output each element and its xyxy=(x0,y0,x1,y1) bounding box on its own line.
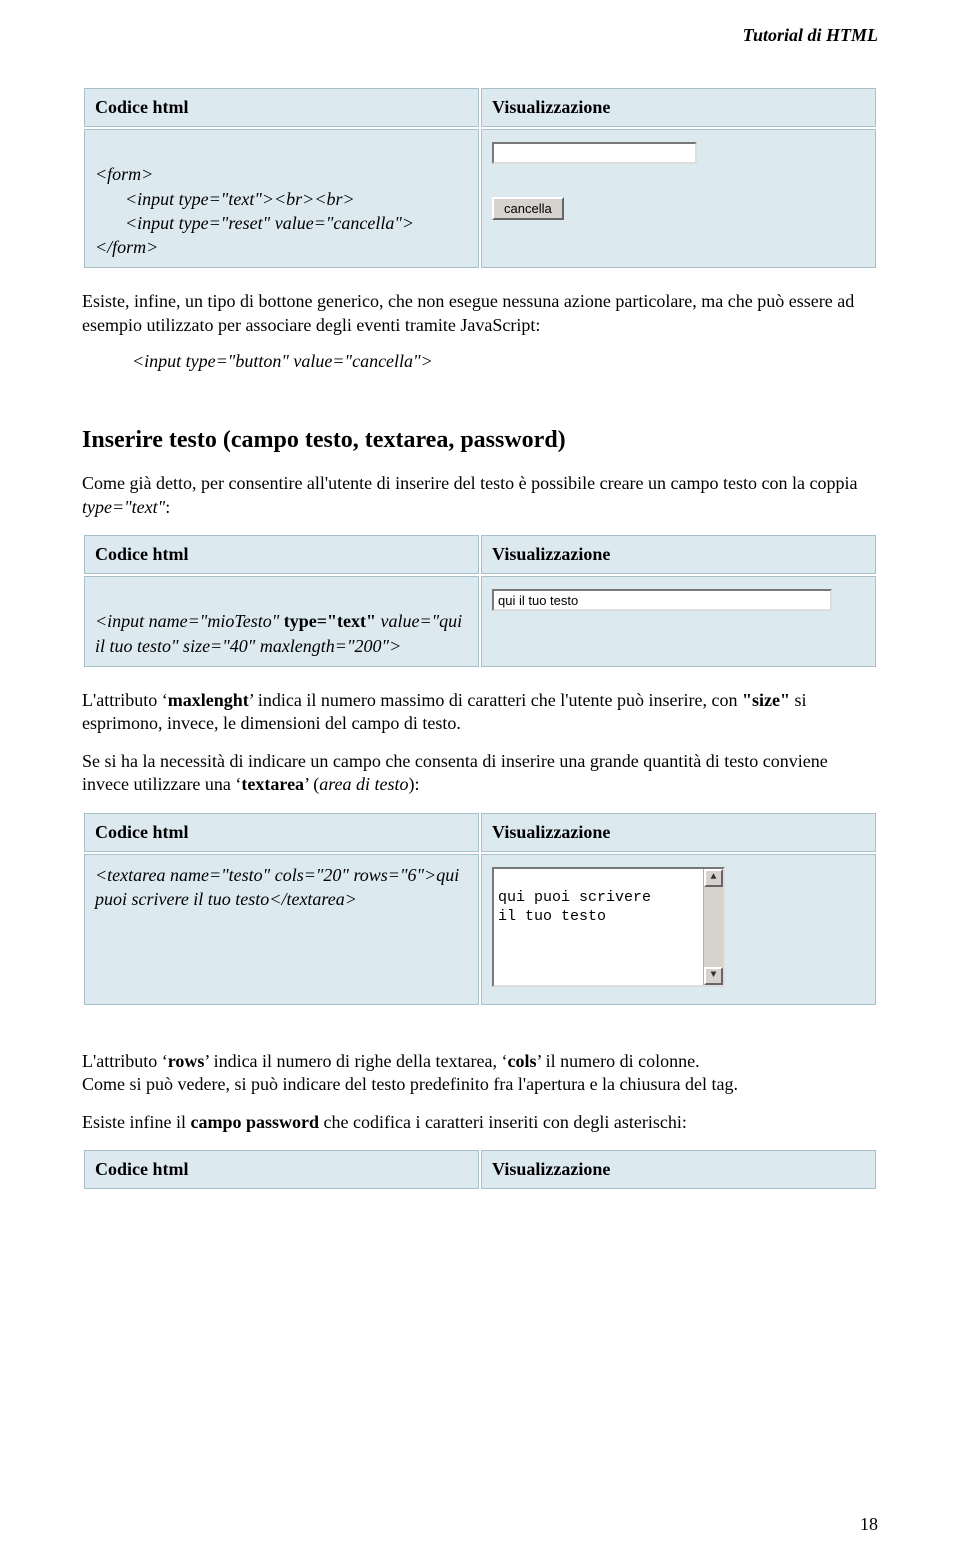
text-fragment: che codifica i caratteri inseriti con de… xyxy=(319,1112,687,1132)
table-header-vis: Visualizzazione xyxy=(481,813,876,852)
text-fragment: Come già detto, per consentire all'utent… xyxy=(82,473,857,493)
text-fragment: Esiste infine il xyxy=(82,1112,190,1132)
table-header-code: Codice html xyxy=(84,535,479,574)
table-header-code: Codice html xyxy=(84,813,479,852)
scroll-down-icon[interactable]: ▼ xyxy=(704,967,723,985)
table-header-code: Codice html xyxy=(84,1150,479,1189)
example2-code: <input name="mioTesto" type="text" value… xyxy=(84,576,479,667)
example-table-2: Codice html Visualizzazione <input name=… xyxy=(82,533,878,669)
example1-code: <form> <input type="text"><br><br><input… xyxy=(84,129,479,268)
table-header-code: Codice html xyxy=(84,88,479,127)
text-fragment: L'attributo ‘ xyxy=(82,1051,168,1071)
text-fragment: ’ indica il numero di righe della textar… xyxy=(204,1051,507,1071)
paragraph-maxlength: L'attributo ‘maxlenght’ indica il numero… xyxy=(82,689,878,736)
text-fragment-bold: textarea xyxy=(241,774,304,794)
textarea-scrollbar[interactable]: ▲ ▼ xyxy=(703,869,723,985)
text-fragment-bold: maxlenght xyxy=(168,690,249,710)
table-header-vis: Visualizzazione xyxy=(481,1150,876,1189)
example-table-4: Codice html Visualizzazione xyxy=(82,1148,878,1191)
paragraph-text-field-intro: Come già detto, per consentire all'utent… xyxy=(82,472,878,519)
example-table-1: Codice html Visualizzazione <form> <inpu… xyxy=(82,86,878,270)
text-fragment-italic: type="text" xyxy=(82,497,165,517)
textarea-content: qui puoi scrivere il tuo testo xyxy=(498,889,651,925)
paragraph-password-intro: Esiste infine il campo password che codi… xyxy=(82,1111,878,1134)
text-fragment: ’ ( xyxy=(304,774,319,794)
scroll-up-icon[interactable]: ▲ xyxy=(704,869,723,887)
example1-visualization: cancella xyxy=(481,129,876,268)
inline-code-button: <input type="button" value="cancella"> xyxy=(132,351,878,372)
example3-textarea[interactable]: qui puoi scrivere il tuo testo ▲ ▼ xyxy=(492,867,725,987)
code-line: <input type="reset" value="cancella"> xyxy=(95,211,468,235)
text-fragment: L'attributo ‘ xyxy=(82,690,168,710)
section-title-insert-text: Inserire testo (campo testo, textarea, p… xyxy=(82,427,878,454)
table-header-vis: Visualizzazione xyxy=(481,535,876,574)
paragraph-generic-button: Esiste, infine, un tipo di bottone gener… xyxy=(82,290,878,337)
code-line: <form> xyxy=(95,164,153,184)
text-fragment-italic: area di testo xyxy=(319,774,408,794)
text-fragment-bold: rows xyxy=(168,1051,205,1071)
text-fragment-bold: cols xyxy=(507,1051,536,1071)
text-fragment: : xyxy=(165,497,170,517)
page-header-title: Tutorial di HTML xyxy=(82,25,878,46)
example1-text-input[interactable] xyxy=(492,142,697,164)
text-fragment: Se si ha la necessità di indicare un cam… xyxy=(82,751,828,794)
example3-code: <textarea name="testo" cols="20" rows="6… xyxy=(84,854,479,1005)
example2-text-input[interactable]: qui il tuo testo xyxy=(492,589,832,611)
code-line: </form> xyxy=(95,237,158,257)
code-fragment-bold: type="text" xyxy=(284,611,376,631)
paragraph-rows-cols: L'attributo ‘rows’ indica il numero di r… xyxy=(82,1027,878,1097)
text-fragment-bold: "size" xyxy=(742,690,790,710)
table-header-vis: Visualizzazione xyxy=(481,88,876,127)
text-fragment: ’ indica il numero massimo di caratteri … xyxy=(249,690,742,710)
example3-visualization: qui puoi scrivere il tuo testo ▲ ▼ xyxy=(481,854,876,1005)
paragraph-textarea-intro: Se si ha la necessità di indicare un cam… xyxy=(82,750,878,797)
text-fragment: ): xyxy=(409,774,420,794)
example2-visualization: qui il tuo testo xyxy=(481,576,876,667)
text-fragment-bold: campo password xyxy=(190,1112,319,1132)
page-number: 18 xyxy=(860,1514,878,1535)
code-fragment: <input name="mioTesto" xyxy=(95,611,284,631)
example-table-3: Codice html Visualizzazione <textarea na… xyxy=(82,811,878,1007)
code-line: <input type="text"><br><br> xyxy=(95,187,468,211)
example1-reset-button[interactable]: cancella xyxy=(492,197,564,220)
